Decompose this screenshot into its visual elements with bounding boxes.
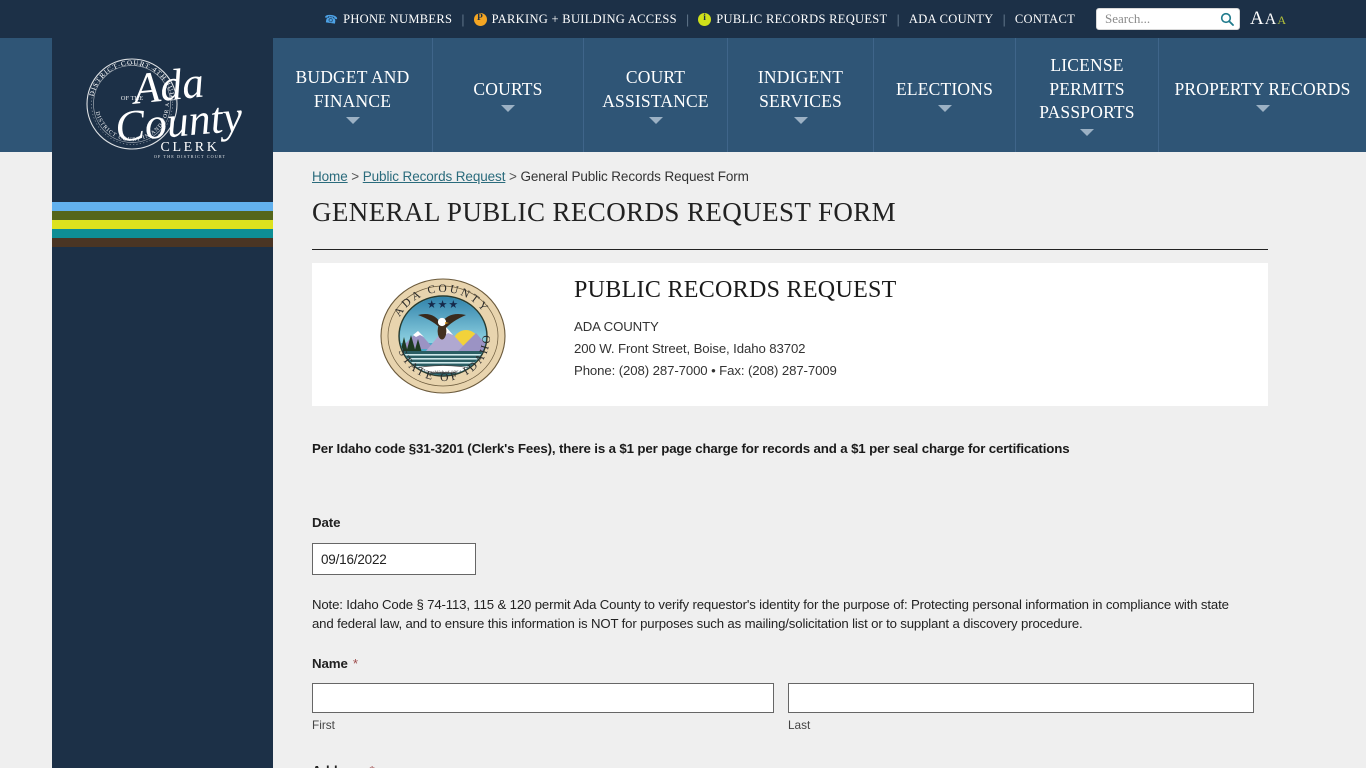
card-address: 200 W. Front Street, Boise, Idaho 83702 <box>574 341 806 356</box>
card-contact: Phone: (208) 287-7000 • Fax: (208) 287-7… <box>574 363 837 378</box>
chevron-down-icon <box>1255 105 1270 113</box>
font-size-controls[interactable]: A A A <box>1250 8 1286 30</box>
top-link-parking-building-access[interactable]: P PARKING + BUILDING ACCESS <box>465 12 686 27</box>
nav-label: COURT ASSISTANCE <box>602 66 709 111</box>
main-navigation: BUDGET AND FINANCE COURTS COURT ASSISTAN… <box>273 38 1366 152</box>
date-label: Date <box>312 515 341 530</box>
card-text-block: PUBLIC RECORDS REQUEST ADA COUNTY 200 W.… <box>574 263 897 378</box>
last-name-group: Last <box>788 682 1254 732</box>
search-icon[interactable] <box>1219 10 1235 28</box>
top-link-contact[interactable]: CONTACT <box>1006 12 1084 27</box>
chevron-down-icon <box>648 117 663 125</box>
chevron-down-icon <box>937 105 952 113</box>
nav-item-property-records[interactable]: PROPERTY RECORDS <box>1159 38 1366 152</box>
chevron-down-icon <box>1080 128 1094 136</box>
parking-badge-icon: P <box>473 12 487 26</box>
nav-label: ELECTIONS <box>895 78 994 99</box>
name-label-group: Name * <box>312 656 1268 671</box>
breadcrumb: Home > Public Records Request > General … <box>312 152 1268 184</box>
left-header-accent <box>0 38 52 152</box>
nav-item-courts[interactable]: COURTS <box>433 38 584 152</box>
stripe-yellow <box>52 220 273 229</box>
page-root: ☎ PHONE NUMBERS | P PARKING + BUILDING A… <box>0 0 1366 768</box>
card-title: PUBLIC RECORDS REQUEST <box>574 277 897 303</box>
top-link-label: PHONE NUMBERS <box>343 11 453 26</box>
left-sidebar: DISTRICT COURT 4TH JUDICIAL DISTRICT COU… <box>52 38 273 768</box>
ada-county-seal-icon: ★★★ Established 1864 ADA COUNTY STATE OF… <box>380 278 506 394</box>
title-divider <box>312 249 1268 250</box>
nav-item-budget-and-finance[interactable]: BUDGET AND FINANCE <box>273 38 433 152</box>
left-trim-top <box>0 0 52 38</box>
top-link-label: PARKING + BUILDING ACCESS <box>491 11 677 26</box>
font-size-medium[interactable]: A <box>1265 11 1277 29</box>
breadcrumb-public-records-request[interactable]: Public Records Request <box>363 169 506 184</box>
svg-text:CLERK: CLERK <box>161 140 220 155</box>
nav-label: BUDGET AND FINANCE <box>295 66 410 111</box>
first-name-sublabel: First <box>312 717 335 732</box>
name-label: Name <box>312 655 348 671</box>
breadcrumb-current: General Public Records Request Form <box>520 169 749 184</box>
nav-label: INDIGENT SERVICES <box>757 66 844 111</box>
nav-label: PROPERTY RECORDS <box>1174 78 1351 99</box>
stripe-teal <box>52 229 273 238</box>
chevron-down-icon <box>793 117 808 125</box>
top-link-ada-county[interactable]: ADA COUNTY <box>900 12 1003 27</box>
seal-container: ★★★ Established 1864 ADA COUNTY STATE OF… <box>312 263 574 395</box>
chevron-down-icon <box>345 117 360 125</box>
nav-item-license-permits-passports[interactable]: LICENSE PERMITS PASSPORTS <box>1016 38 1159 152</box>
top-link-label: CONTACT <box>1014 11 1076 26</box>
top-utility-bar: ☎ PHONE NUMBERS | P PARKING + BUILDING A… <box>0 0 1366 38</box>
top-link-phone-numbers[interactable]: ☎ PHONE NUMBERS <box>315 12 461 27</box>
breadcrumb-separator: > <box>351 169 360 184</box>
site-logo[interactable]: DISTRICT COURT 4TH JUDICIAL DISTRICT COU… <box>59 42 262 166</box>
identity-verification-note: Note: Idaho Code § 74-113, 115 & 120 per… <box>312 597 1229 632</box>
name-fields-row: First Last <box>312 682 1268 732</box>
top-utility-links: ☎ PHONE NUMBERS | P PARKING + BUILDING A… <box>315 8 1286 30</box>
sidebar-color-stripes <box>52 202 273 247</box>
main-content: Home > Public Records Request > General … <box>312 152 1268 768</box>
font-size-small[interactable]: A <box>1277 13 1286 28</box>
breadcrumb-separator: > <box>509 169 517 184</box>
page-title: GENERAL PUBLIC RECORDS REQUEST FORM <box>312 197 897 227</box>
date-input[interactable] <box>312 543 476 575</box>
first-name-group: First <box>312 682 774 732</box>
first-name-input[interactable] <box>312 682 774 713</box>
breadcrumb-home[interactable]: Home <box>312 169 348 184</box>
svg-text:OF THE DISTRICT COURT: OF THE DISTRICT COURT <box>154 154 226 159</box>
nav-item-court-assistance[interactable]: COURT ASSISTANCE <box>584 38 728 152</box>
top-link-public-records-request[interactable]: i PUBLIC RECORDS REQUEST <box>689 12 896 27</box>
date-field-group: Date <box>312 515 1268 575</box>
required-marker: * <box>352 655 358 671</box>
nav-item-elections[interactable]: ELECTIONS <box>874 38 1016 152</box>
nav-item-indigent-services[interactable]: INDIGENT SERVICES <box>728 38 874 152</box>
svg-text:★★★: ★★★ <box>427 298 460 311</box>
stripe-olive <box>52 211 273 220</box>
required-marker: * <box>370 763 375 768</box>
top-link-label: ADA COUNTY <box>908 11 994 26</box>
card-org: ADA COUNTY <box>574 319 659 334</box>
phone-icon: ☎ <box>323 12 339 27</box>
public-records-info-card: ★★★ Established 1864 ADA COUNTY STATE OF… <box>312 263 1268 406</box>
stripe-blue <box>52 202 273 211</box>
info-badge-icon: i <box>698 12 712 26</box>
top-link-label: PUBLIC RECORDS REQUEST <box>716 11 888 26</box>
chevron-down-icon <box>501 105 515 113</box>
address-label: Address <box>312 763 365 768</box>
nav-label: LICENSE PERMITS PASSPORTS <box>1039 55 1135 123</box>
nav-label: COURTS <box>473 78 543 99</box>
search-container <box>1096 8 1241 30</box>
fee-note: Per Idaho code §31-3201 (Clerk's Fees), … <box>312 441 1070 456</box>
last-name-sublabel: Last <box>788 717 811 732</box>
address-label-group: Address * <box>312 763 1268 768</box>
stripe-brown <box>52 238 273 247</box>
last-name-input[interactable] <box>788 682 1254 713</box>
font-size-large[interactable]: A <box>1250 8 1264 30</box>
